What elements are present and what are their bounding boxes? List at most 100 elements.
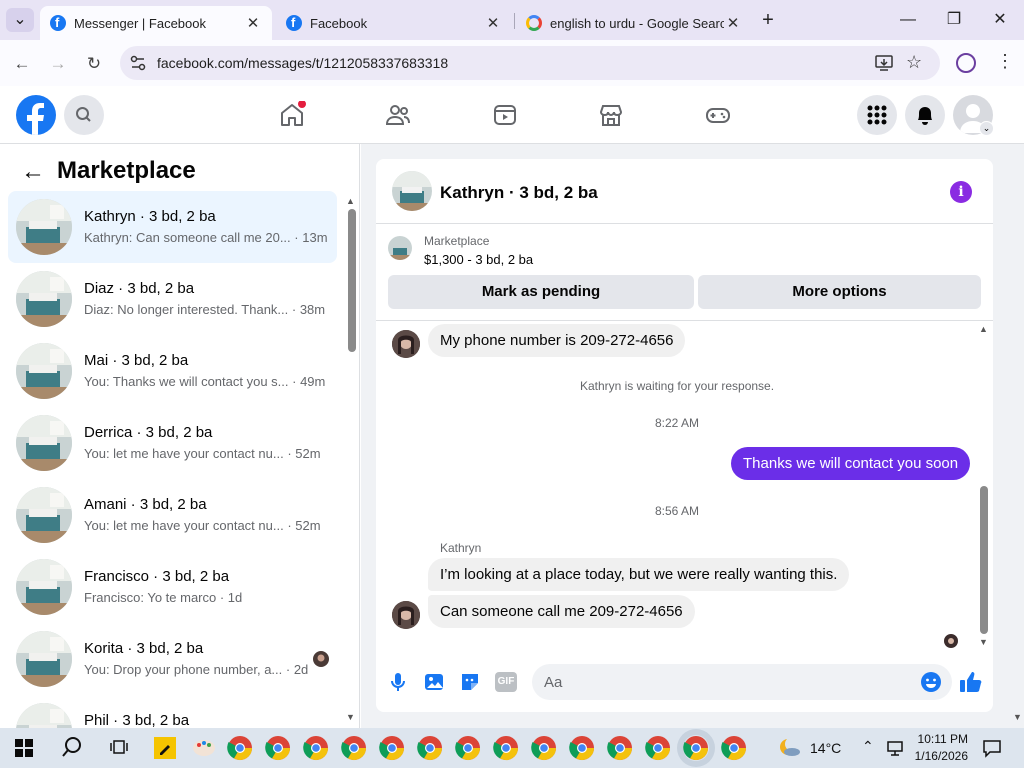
chrome-taskbar-icon[interactable] — [303, 735, 329, 761]
weather-icon[interactable] — [776, 735, 802, 759]
friends-nav-icon[interactable] — [384, 101, 412, 129]
tab-messenger[interactable]: Messenger | Facebook ✕ — [40, 6, 272, 40]
preview-text: Diaz: No longer interested. Thank... — [84, 302, 289, 317]
clock-date[interactable]: 1/16/2026 — [908, 749, 968, 763]
conversation-item[interactable]: Diaz · 3 bd, 2 ba Diaz: No longer interes… — [8, 263, 337, 335]
close-window-icon[interactable]: ✕ — [986, 8, 1014, 32]
sender-avatar[interactable] — [392, 330, 420, 358]
marketplace-nav-icon[interactable] — [597, 101, 625, 129]
clock-time[interactable]: 10:11 PM — [912, 732, 968, 746]
chrome-taskbar-icon[interactable] — [683, 735, 709, 761]
browser-menu-icon[interactable]: ⋮ — [996, 51, 1014, 72]
task-view-icon[interactable] — [109, 737, 129, 757]
chrome-taskbar-icon[interactable] — [417, 735, 443, 761]
tab-google-search[interactable]: english to urdu - Google Search ✕ — [516, 6, 752, 40]
reload-icon[interactable]: ↻ — [81, 51, 107, 77]
scroll-down-icon[interactable]: ▼ — [979, 637, 988, 647]
minimize-icon[interactable]: — — [894, 8, 922, 32]
chat-avatar[interactable] — [392, 171, 432, 211]
bookmark-star-icon[interactable]: ☆ — [906, 52, 922, 73]
scroll-up-icon[interactable]: ▲ — [346, 196, 355, 206]
message-bubble-outgoing[interactable]: Thanks we will contact you soon — [731, 447, 971, 480]
page-scroll-down-icon[interactable]: ▼ — [1013, 712, 1022, 722]
conversation-list-scrollbar[interactable] — [348, 209, 356, 352]
conversation-item[interactable]: Derrica · 3 bd, 2 ba You: let me have you… — [8, 407, 337, 479]
message-bubble-incoming[interactable]: My phone number is 209-272-4656 — [428, 324, 686, 357]
close-tab-icon[interactable]: ✕ — [484, 14, 502, 32]
weather-temperature[interactable]: 14°C — [810, 740, 841, 756]
read-receipt-avatar — [313, 651, 329, 667]
close-tab-icon[interactable]: ✕ — [244, 14, 262, 32]
gif-icon[interactable]: GIF — [495, 672, 517, 692]
scroll-up-icon[interactable]: ▲ — [979, 324, 988, 334]
chrome-taskbar-icon[interactable] — [265, 735, 291, 761]
back-arrow-icon[interactable]: ← — [21, 158, 45, 186]
chrome-taskbar-icon[interactable] — [227, 735, 253, 761]
mark-as-pending-button[interactable]: Mark as pending — [388, 275, 694, 309]
emoji-icon[interactable] — [920, 671, 942, 693]
paint-icon[interactable] — [191, 736, 217, 760]
facebook-logo-icon[interactable] — [16, 95, 56, 135]
conversation-item[interactable]: Korita · 3 bd, 2 ba You: Drop your phone … — [8, 623, 337, 695]
site-info-icon[interactable] — [128, 53, 148, 73]
chrome-taskbar-icon[interactable] — [341, 735, 367, 761]
forward-arrow-icon[interactable]: → — [45, 51, 71, 77]
notification-center-icon[interactable] — [982, 738, 1002, 758]
network-icon[interactable] — [886, 739, 906, 757]
more-options-button[interactable]: More options — [698, 275, 981, 309]
thumbs-up-icon[interactable] — [958, 669, 984, 695]
back-arrow-icon[interactable]: ← — [9, 51, 35, 77]
conversation-item[interactable]: Mai · 3 bd, 2 ba You: Thanks we will cont… — [8, 335, 337, 407]
sticky-notes-icon[interactable] — [154, 737, 176, 759]
message-input[interactable] — [532, 664, 952, 700]
chrome-taskbar-icon[interactable] — [379, 735, 405, 761]
chrome-taskbar-icon[interactable] — [607, 735, 633, 761]
video-nav-icon[interactable] — [491, 101, 519, 129]
sender-avatar[interactable] — [392, 601, 420, 629]
conversation-preview: You: let me have your contact nu... · 52… — [84, 518, 329, 533]
tab-facebook[interactable]: Facebook ✕ — [276, 6, 512, 40]
restore-icon[interactable]: ❐ — [940, 8, 968, 32]
chrome-taskbar-icon[interactable] — [569, 735, 595, 761]
chrome-taskbar-icon[interactable] — [721, 735, 747, 761]
preview-time: · 49m — [292, 374, 326, 389]
conversation-item[interactable]: Kathryn · 3 bd, 2 ba Kathryn: Can someone… — [8, 191, 337, 263]
message-bubble-incoming[interactable]: I’m looking at a place today, but we wer… — [428, 558, 850, 591]
listing-thumbnail[interactable] — [388, 236, 412, 260]
chrome-taskbar-icon[interactable] — [531, 735, 557, 761]
microphone-icon[interactable] — [388, 671, 408, 693]
tab-search-button[interactable]: ⌄ — [6, 8, 34, 32]
close-tab-icon[interactable]: ✕ — [724, 14, 742, 32]
notifications-button[interactable] — [905, 95, 945, 135]
chat-scrollbar[interactable] — [980, 486, 988, 634]
conversation-thumbnail — [16, 199, 72, 255]
message-bubble-incoming[interactable]: Can someone call me 209-272-4656 — [428, 595, 695, 628]
chrome-taskbar-icon[interactable] — [493, 735, 519, 761]
listing-price[interactable]: $1,300 - 3 bd, 2 ba — [424, 252, 533, 267]
chrome-taskbar-icon[interactable] — [455, 735, 481, 761]
conversation-item[interactable]: Amani · 3 bd, 2 ba You: let me have your … — [8, 479, 337, 551]
info-icon[interactable]: i — [950, 181, 972, 203]
windows-start-icon[interactable] — [15, 739, 33, 757]
show-hidden-icons-icon[interactable]: ⌃ — [862, 738, 874, 755]
profile-icon[interactable] — [956, 53, 976, 73]
conversation-thumbnail — [16, 415, 72, 471]
message-input-placeholder: Aa — [544, 674, 563, 691]
scroll-down-icon[interactable]: ▼ — [346, 712, 355, 722]
menu-grid-button[interactable] — [857, 95, 897, 135]
conversation-preview: Francisco: Yo te marco · 1d — [84, 590, 329, 605]
chevron-down-icon[interactable]: ⌄ — [979, 121, 994, 136]
conversation-thumbnail — [16, 271, 72, 327]
conversation-item[interactable]: Francisco · 3 bd, 2 ba Francisco: Yo te m… — [8, 551, 337, 623]
photo-icon[interactable] — [423, 671, 445, 693]
search-button[interactable] — [64, 95, 104, 135]
chat-title[interactable]: Kathryn · 3 bd, 2 ba — [440, 183, 598, 203]
gaming-nav-icon[interactable] — [704, 101, 732, 129]
taskbar-search-icon[interactable] — [60, 735, 84, 759]
preview-time: · 52m — [287, 518, 321, 533]
new-tab-plus-icon[interactable]: + — [754, 8, 782, 32]
chrome-taskbar-icon[interactable] — [645, 735, 671, 761]
sticker-icon[interactable] — [459, 671, 481, 693]
install-app-icon[interactable] — [874, 53, 894, 73]
home-nav-icon[interactable] — [278, 100, 306, 129]
